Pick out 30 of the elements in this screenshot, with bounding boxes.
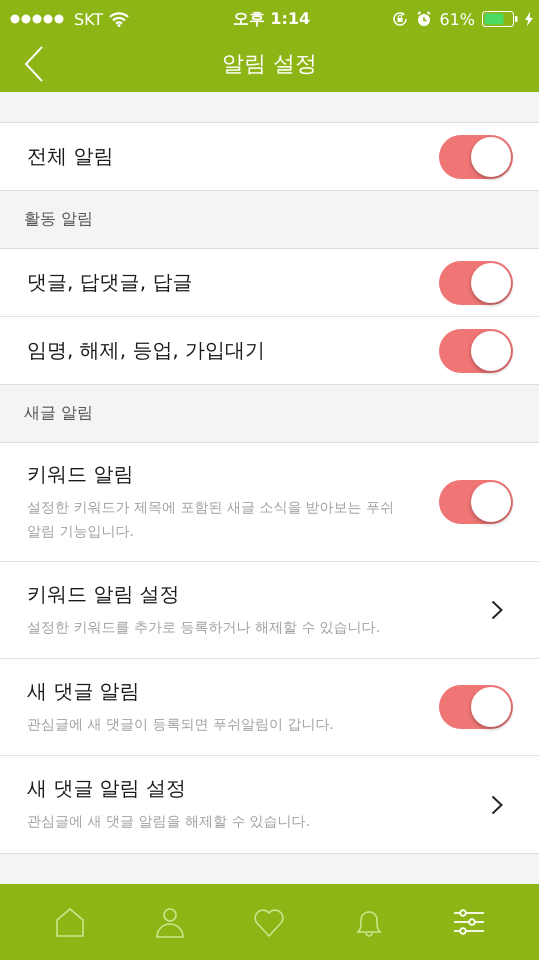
wifi-icon (109, 12, 130, 26)
chevron-right-icon (491, 600, 503, 620)
toggle-switch[interactable] (439, 685, 513, 729)
toggle-switch[interactable] (439, 328, 513, 372)
setting-description: 설정한 키워드가 제목에 포함된 새글 소식을 받아보는 푸쉬 알림 기능입니다. (27, 498, 396, 542)
setting-description: 관심글에 새 댓글이 등록되면 푸쉬알림이 갑니다. (27, 716, 335, 734)
clock-time: 오후 1:14 (232, 8, 310, 28)
setting-description: 설정한 키워드를 추가로 등록하거나 해제할 수 있습니다. (27, 618, 382, 638)
screen-title: 알림 설정 (222, 51, 317, 79)
toggle-switch[interactable] (439, 260, 513, 304)
chevron-right-icon (491, 794, 503, 814)
setting-title: 키워드 알림 (27, 460, 134, 488)
setting-title: 새 댓글 알림 (27, 678, 141, 704)
section-header: 새글 알림 (23, 402, 94, 424)
toggle-switch[interactable] (439, 480, 513, 524)
toggle-switch[interactable] (439, 134, 513, 178)
setting-title: 전체 알림 (27, 143, 114, 170)
setting-title: 댓글, 답댓글, 답글 (27, 269, 194, 296)
setting-title: 키워드 알림 설정 (27, 580, 181, 608)
rotation-lock-icon (391, 10, 410, 28)
setting-title: 임명, 해제, 등업, 가입대기 (27, 337, 266, 364)
setting-title: 새 댓글 알림 설정 (27, 775, 188, 802)
section-header: 활동 알림 (23, 208, 94, 230)
setting-description: 관심글에 새 댓글 알림을 해제할 수 있습니다. (27, 813, 312, 832)
chevron-left-icon (24, 46, 44, 82)
battery-percent: 61% (439, 10, 475, 28)
carrier-name: SKT (74, 10, 104, 28)
battery-icon (482, 11, 518, 27)
charging-bolt-icon (525, 12, 533, 26)
alarm-clock-icon (416, 11, 432, 27)
